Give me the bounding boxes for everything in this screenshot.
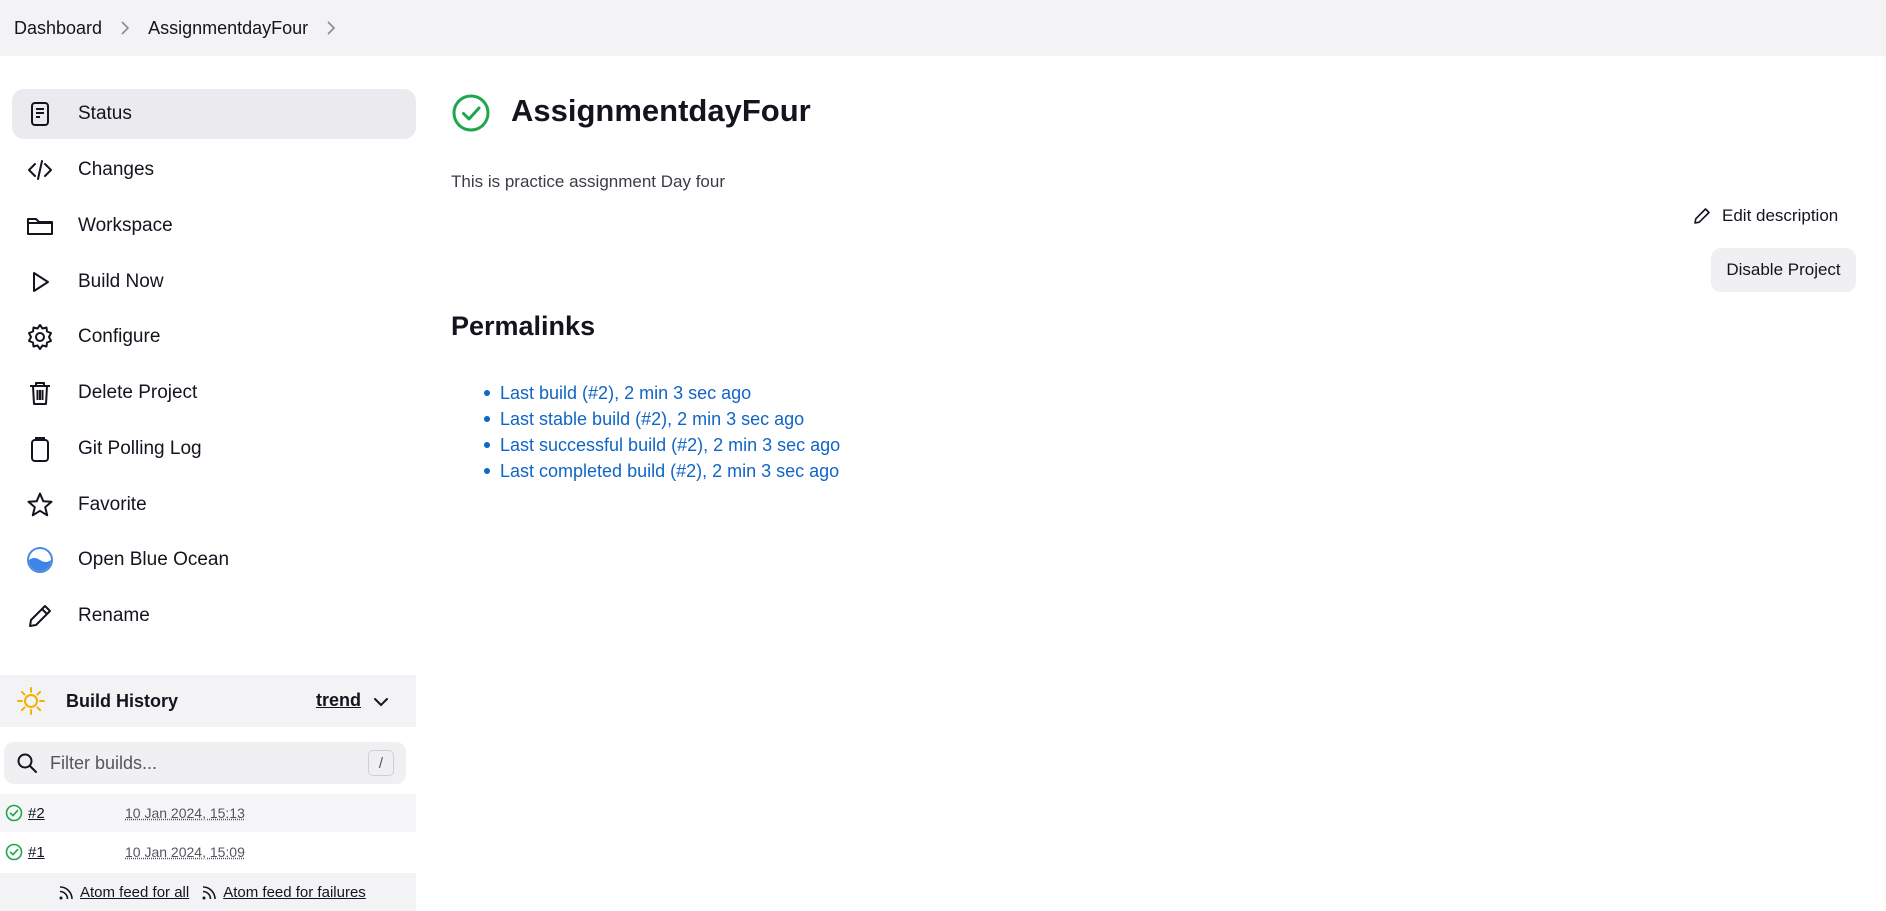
sidebar-item-rename[interactable]: Rename <box>12 591 416 641</box>
trend-link[interactable]: trend <box>316 690 361 711</box>
sidebar-item-label: Changes <box>78 159 155 180</box>
build-number-link[interactable]: #2 <box>28 805 45 822</box>
build-date-link[interactable]: 10 Jan 2024, 15:13 <box>125 805 245 821</box>
sidebar-item-configure[interactable]: Configure <box>12 312 416 362</box>
keyboard-shortcut-hint: / <box>368 750 394 776</box>
permalink-last-stable-build[interactable]: Last stable build (#2), 2 min 3 sec ago <box>500 409 804 430</box>
clipboard-icon <box>25 434 55 464</box>
star-icon <box>25 490 55 520</box>
breadcrumb-project[interactable]: AssignmentdayFour <box>148 18 308 39</box>
breadcrumb-dashboard[interactable]: Dashboard <box>14 18 102 39</box>
chevron-right-icon <box>102 18 148 38</box>
sidebar-item-label: Configure <box>78 326 161 347</box>
sidebar-item-workspace[interactable]: Workspace <box>12 201 416 251</box>
atom-feeds: Atom feed for all Atom feed for failures <box>0 873 416 911</box>
folder-icon <box>25 211 55 241</box>
sidebar-item-open-blue-ocean[interactable]: Open Blue Ocean <box>12 535 416 585</box>
sidebar-item-status[interactable]: Status <box>12 89 416 139</box>
atom-feed-all-label: Atom feed for all <box>80 883 190 901</box>
gear-icon <box>25 322 55 352</box>
build-number-link[interactable]: #1 <box>28 844 45 861</box>
project-description: This is practice assignment Day four <box>451 172 725 191</box>
filter-builds: / <box>4 742 406 784</box>
rss-icon <box>59 885 73 899</box>
sidebar-item-label: Rename <box>78 605 150 626</box>
atom-feed-failures-label: Atom feed for failures <box>223 883 366 901</box>
sidebar-item-label: Build Now <box>78 271 164 292</box>
permalink-last-successful-build[interactable]: Last successful build (#2), 2 min 3 sec … <box>500 435 840 456</box>
code-icon <box>25 155 55 185</box>
build-history-title: Build History <box>66 690 179 711</box>
search-icon <box>16 752 38 774</box>
permalinks-heading: Permalinks <box>451 311 596 341</box>
build-history-header: Build History trend <box>0 675 416 727</box>
chevron-down-icon[interactable] <box>372 693 390 711</box>
document-icon <box>25 99 55 129</box>
sidebar-item-delete-project[interactable]: Delete Project <box>12 368 416 418</box>
page-title: AssignmentdayFour <box>511 93 811 128</box>
filter-builds-input[interactable] <box>50 752 350 774</box>
atom-feed-all-link[interactable]: Atom feed for all <box>58 884 189 901</box>
sidebar-item-favorite[interactable]: Favorite <box>12 480 416 530</box>
sidebar-item-label: Favorite <box>78 494 147 515</box>
breadcrumb: Dashboard AssignmentdayFour <box>0 0 1886 56</box>
sun-icon <box>16 686 46 716</box>
permalink-last-completed-build[interactable]: Last completed build (#2), 2 min 3 sec a… <box>500 461 839 482</box>
success-check-icon <box>5 804 23 822</box>
sidebar-item-git-polling-log[interactable]: Git Polling Log <box>12 424 416 474</box>
chevron-right-icon[interactable] <box>308 18 354 38</box>
rss-icon <box>202 885 217 899</box>
build-date-link[interactable]: 10 Jan 2024, 15:09 <box>125 844 245 860</box>
permalinks-list: Last build (#2), 2 min 3 sec ago Last st… <box>500 380 840 484</box>
sidebar-item-build-now[interactable]: Build Now <box>12 257 416 307</box>
permalink-last-build[interactable]: Last build (#2), 2 min 3 sec ago <box>500 383 751 404</box>
list-item: Last build (#2), 2 min 3 sec ago <box>500 380 840 406</box>
sidebar-item-label: Delete Project <box>78 382 198 403</box>
sidebar-item-label: Open Blue Ocean <box>78 549 230 570</box>
success-check-icon <box>5 843 23 861</box>
play-icon <box>25 267 55 297</box>
pencil-icon <box>1694 208 1710 224</box>
pencil-icon <box>25 601 55 631</box>
edit-description-link[interactable]: Edit description <box>1692 206 1838 226</box>
sidebar-item-label: Git Polling Log <box>78 438 202 459</box>
build-row: #1 10 Jan 2024, 15:09 <box>0 833 416 871</box>
sidebar-item-label: Workspace <box>78 215 173 236</box>
success-status-icon <box>451 93 491 133</box>
sidebar-item-changes[interactable]: Changes <box>12 145 416 195</box>
disable-project-button[interactable]: Disable Project <box>1711 248 1856 292</box>
atom-feed-failures-link[interactable]: Atom feed for failures <box>201 884 366 901</box>
blue-ocean-icon <box>25 545 55 575</box>
build-row: #2 10 Jan 2024, 15:13 <box>0 794 416 832</box>
sidebar-item-label: Status <box>78 103 132 124</box>
list-item: Last successful build (#2), 2 min 3 sec … <box>500 432 840 458</box>
list-item: Last stable build (#2), 2 min 3 sec ago <box>500 406 840 432</box>
trash-icon <box>25 378 55 408</box>
edit-description-label: Edit description <box>1722 206 1839 225</box>
list-item: Last completed build (#2), 2 min 3 sec a… <box>500 458 840 484</box>
